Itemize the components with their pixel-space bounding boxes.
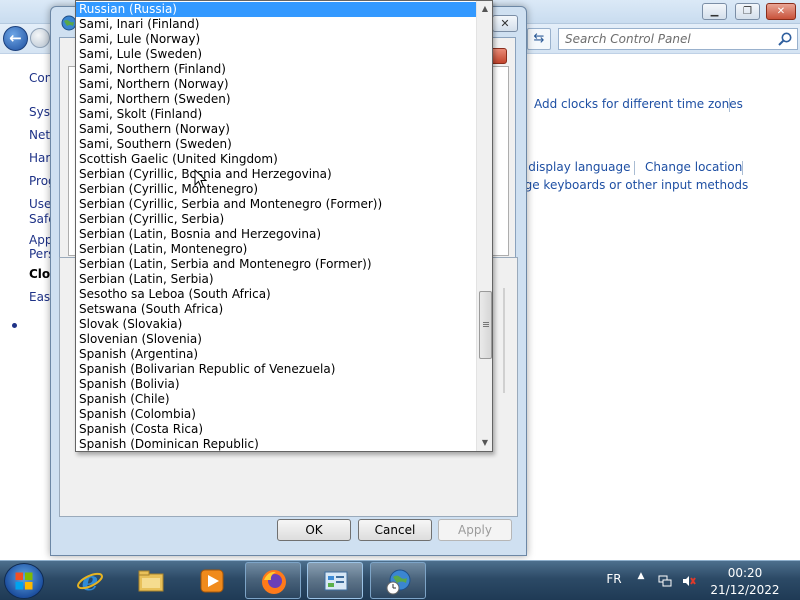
dropdown-option[interactable]: Spanish (Chile) [76,392,476,407]
grip-icon [483,322,489,323]
search-box[interactable] [558,28,798,50]
dropdown-option[interactable]: Serbian (Latin, Bosnia and Herzegovina) [76,227,476,242]
close-icon: ✕ [500,17,510,30]
internet-explorer-icon: e [77,567,103,595]
taskbar-internet-explorer[interactable]: e [62,562,118,599]
firefox-icon [262,570,286,594]
dropdown-option[interactable]: Slovenian (Slovenia) [76,332,476,347]
chevron-down-icon: ▼ [481,438,489,447]
scroll-up-button[interactable]: ▲ [477,1,492,17]
dropdown-option[interactable]: Russian (Russia) [76,2,476,17]
clock-date[interactable]: 21/12/2022 [706,583,784,597]
link-separator [729,98,730,112]
change-keyboards-link[interactable]: nge keyboards or other input methods [517,178,748,192]
taskbar-control-panel[interactable] [307,562,363,599]
search-input[interactable] [559,29,773,49]
refresh-button[interactable]: ⇆ [527,28,551,50]
dropdown-option[interactable]: Serbian (Latin, Montenegro) [76,242,476,257]
close-icon: ✕ [776,6,786,17]
taskbar-media-player[interactable] [184,562,240,599]
dropdown-option[interactable]: Sami, Northern (Finland) [76,62,476,77]
dropdown-option[interactable]: Serbian (Cyrillic, Montenegro) [76,182,476,197]
add-clocks-link[interactable]: Add clocks for different time zones [534,97,743,111]
dialog-close-button[interactable]: ✕ [492,15,518,32]
language-dropdown-list[interactable]: Russian (Russia) Sami, Inari (Finland) Sam… [75,0,493,452]
link-separator [742,161,743,175]
close-button[interactable]: ✕ [766,3,796,20]
dropdown-option[interactable]: Serbian (Cyrillic, Serbia and Montenegro… [76,197,476,212]
folder-icon [138,570,164,592]
restore-button[interactable]: ❐ [735,3,760,20]
start-button[interactable] [4,563,44,599]
search-icon[interactable] [777,31,793,47]
mouse-cursor-icon [194,169,208,189]
volume-muted-icon[interactable] [682,574,696,588]
dropdown-option[interactable]: Serbian (Latin, Serbia) [76,272,476,287]
windows-logo-icon [15,572,33,590]
chevron-up-icon: ▲ [637,571,645,581]
back-button[interactable]: ← [3,26,28,51]
minimize-icon: ▁ [710,6,719,17]
dropdown-option[interactable]: Sesotho sa Leboa (South Africa) [76,287,476,302]
dropdown-option[interactable]: Spanish (Argentina) [76,347,476,362]
dropdown-items: Russian (Russia) Sami, Inari (Finland) Sam… [76,2,476,451]
dropdown-option[interactable]: Sami, Southern (Norway) [76,122,476,137]
taskbar-windows-explorer[interactable] [123,562,179,599]
dropdown-option[interactable]: Scottish Gaelic (United Kingdom) [76,152,476,167]
minimize-button[interactable]: ▁ [702,3,727,20]
scroll-thumb[interactable] [479,291,492,359]
active-bullet [12,323,17,328]
dropdown-option[interactable]: Setswana (South Africa) [76,302,476,317]
taskbar-region-language[interactable] [370,562,426,599]
ok-button[interactable]: OK [277,519,351,541]
dropdown-option[interactable]: Spanish (Colombia) [76,407,476,422]
forward-button[interactable] [30,28,50,48]
change-location-link[interactable]: Change location [645,160,742,174]
globe-clock-icon [386,569,411,595]
taskbar: e FR ▲ 00:20 21/12/2022 [0,560,800,600]
taskbar-firefox[interactable] [245,562,301,599]
dropdown-option[interactable]: Spanish (Bolivia) [76,377,476,392]
dropdown-scrollbar[interactable]: ▲ ▼ [476,1,492,451]
body-divider [503,288,505,393]
dropdown-option[interactable]: Sami, Inari (Finland) [76,17,476,32]
media-player-icon [200,569,224,593]
scroll-down-button[interactable]: ▼ [477,435,492,451]
dropdown-option[interactable]: Sami, Lule (Sweden) [76,47,476,62]
restore-icon: ❐ [743,6,752,17]
dropdown-option[interactable]: Spanish (Dominican Republic) [76,437,476,451]
show-hidden-icons-button[interactable]: ▲ [634,571,648,581]
link-separator [634,161,635,175]
refresh-icon: ⇆ [533,31,545,46]
dropdown-option[interactable]: Spanish (Costa Rica) [76,422,476,437]
dropdown-option[interactable]: Serbian (Latin, Serbia and Montenegro (F… [76,257,476,272]
sidebar-item-system[interactable]: Syst [29,105,51,119]
dropdown-option[interactable]: Sami, Northern (Sweden) [76,92,476,107]
apply-button[interactable]: Apply [438,519,512,541]
language-indicator[interactable]: FR [601,572,627,586]
dropdown-option[interactable]: Slovak (Slovakia) [76,317,476,332]
dropdown-option[interactable]: Sami, Southern (Sweden) [76,137,476,152]
network-icon[interactable] [658,574,672,588]
change-display-language-link[interactable]: e display language [517,160,631,174]
dropdown-option[interactable]: Spanish (Bolivarian Republic of Venezuel… [76,362,476,377]
dropdown-option[interactable]: Sami, Skolt (Finland) [76,107,476,122]
chevron-up-icon: ▲ [481,4,489,13]
clock-time[interactable]: 00:20 [710,566,780,580]
control-panel-icon [324,571,348,591]
dropdown-option[interactable]: Serbian (Cyrillic, Bosnia and Herzegovin… [76,167,476,182]
back-arrow-icon: ← [9,29,22,47]
dropdown-option[interactable]: Sami, Northern (Norway) [76,77,476,92]
cancel-button[interactable]: Cancel [358,519,432,541]
dropdown-option[interactable]: Sami, Lule (Norway) [76,32,476,47]
dropdown-option[interactable]: Serbian (Cyrillic, Serbia) [76,212,476,227]
svg-text:e: e [82,567,99,595]
